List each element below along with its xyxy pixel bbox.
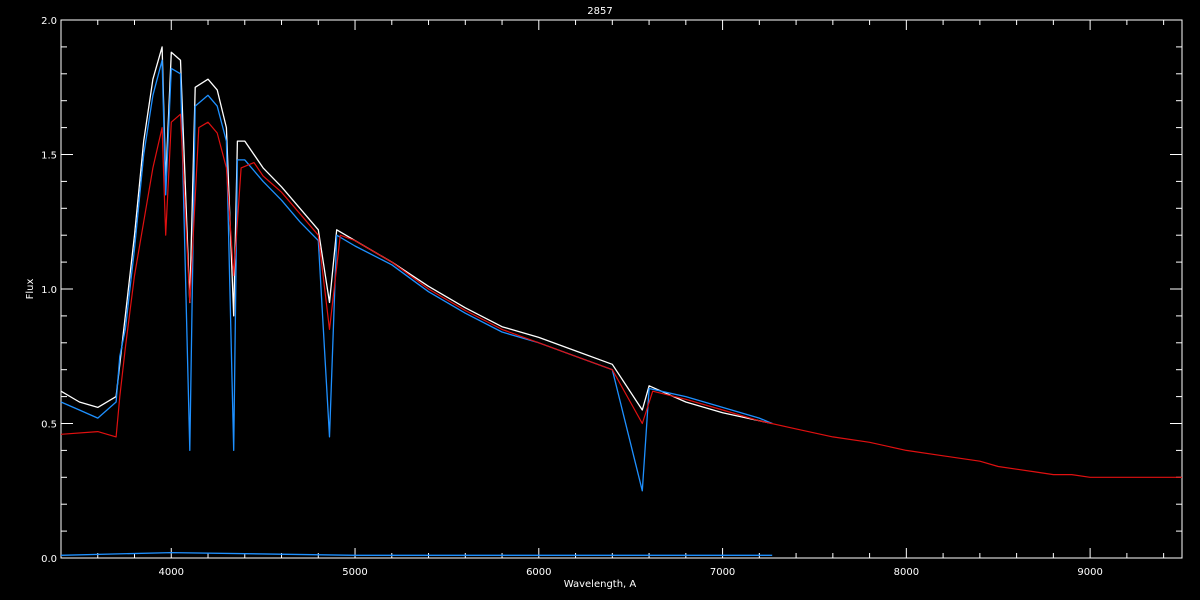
chart-background: [0, 0, 1200, 600]
y-axis-label: Flux: [25, 279, 36, 300]
x-tick-label: 5000: [342, 567, 367, 578]
y-tick-label: 1.5: [41, 151, 57, 162]
x-tick-label: 8000: [894, 567, 919, 578]
y-tick-label: 0.0: [41, 554, 57, 565]
x-axis-label: Wavelength, A: [564, 579, 637, 590]
x-tick-label: 7000: [710, 567, 735, 578]
spectrum-chart: 4000 5000 6000 7000 8000 90000.00.51.01.52.0 …: [0, 0, 1200, 600]
x-tick-label: 6000: [526, 567, 551, 578]
x-tick-label: 4000: [159, 567, 184, 578]
y-tick-label: 2.0: [41, 16, 57, 27]
x-tick-label: 9000: [1077, 567, 1102, 578]
y-tick-label: 0.5: [41, 420, 57, 431]
chart-title: 2857: [587, 6, 612, 17]
y-tick-label: 1.0: [41, 285, 57, 296]
